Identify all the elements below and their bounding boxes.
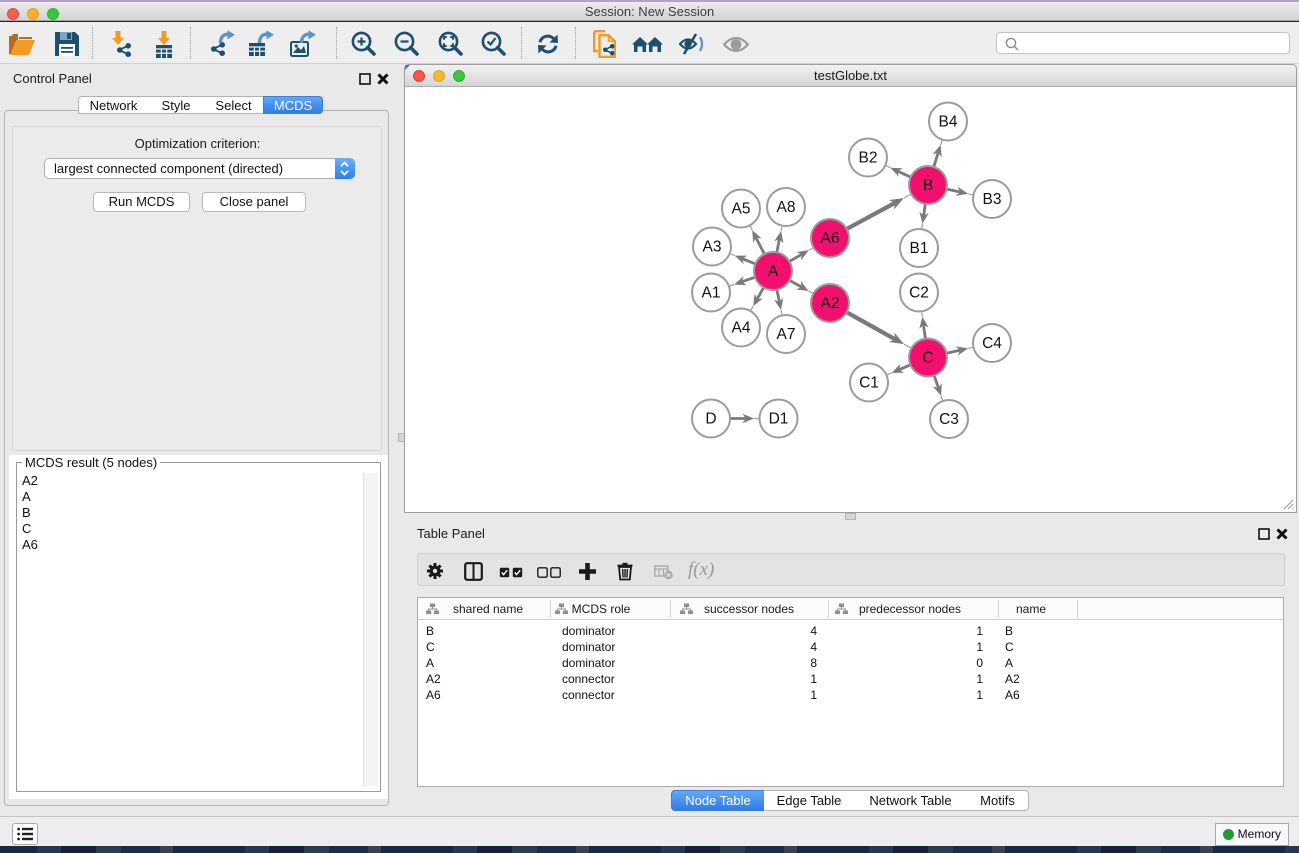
svg-text:A5: A5: [732, 201, 751, 218]
svg-text:A2: A2: [821, 295, 840, 312]
svg-text:B1: B1: [910, 240, 929, 257]
svg-text:C2: C2: [909, 285, 929, 302]
svg-text:A8: A8: [777, 199, 796, 216]
svg-text:A4: A4: [732, 320, 751, 337]
svg-text:C: C: [922, 350, 933, 367]
svg-text:C1: C1: [859, 375, 879, 392]
svg-text:B: B: [923, 177, 933, 194]
svg-text:D: D: [705, 411, 716, 428]
svg-text:B2: B2: [859, 150, 878, 167]
svg-text:A3: A3: [703, 239, 722, 256]
svg-text:C3: C3: [939, 411, 959, 428]
svg-text:A1: A1: [702, 285, 721, 302]
svg-text:A6: A6: [821, 230, 840, 247]
svg-text:B4: B4: [939, 114, 958, 131]
svg-text:C4: C4: [982, 335, 1002, 352]
svg-text:B3: B3: [983, 191, 1002, 208]
svg-text:D1: D1: [769, 411, 789, 428]
svg-text:A7: A7: [777, 326, 796, 343]
svg-text:A: A: [768, 263, 779, 280]
